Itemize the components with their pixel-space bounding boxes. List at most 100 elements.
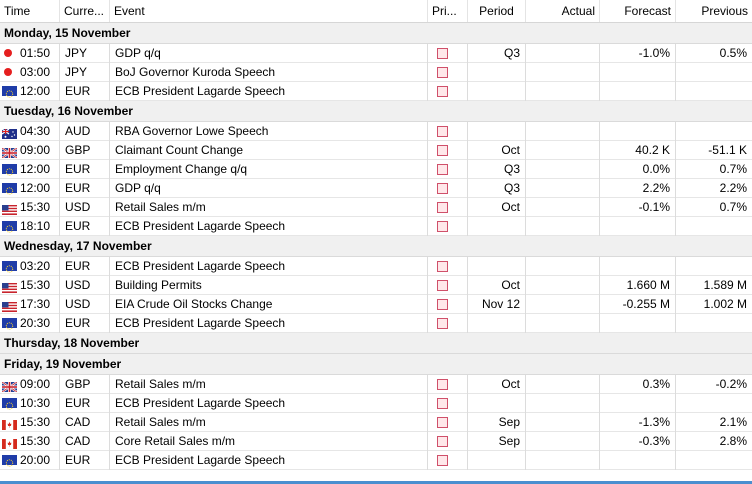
actual-cell <box>526 82 600 101</box>
priority-checkbox-icon[interactable] <box>437 202 448 213</box>
column-header-event[interactable]: Event <box>110 0 428 22</box>
column-header-forecast[interactable]: Forecast <box>600 0 676 22</box>
priority-checkbox-icon[interactable] <box>437 436 448 447</box>
event-row[interactable]: 15:30 CAD Core Retail Sales m/m Sep -0.3% 2.8… <box>0 432 752 451</box>
event-row[interactable]: 10:30 EUR ECB President Lagarde Speech <box>0 394 752 413</box>
priority-cell <box>428 44 468 63</box>
us-flag-icon <box>2 280 17 293</box>
priority-cell <box>428 314 468 333</box>
australia-flag-icon <box>1 126 17 139</box>
event-cell: GDP q/q <box>110 44 428 63</box>
event-row[interactable]: 01:50 JPY GDP q/q Q3 -1.0% 0.5% <box>0 44 752 63</box>
period-cell <box>468 257 526 276</box>
column-header-actual[interactable]: Actual <box>526 0 600 22</box>
priority-checkbox-icon[interactable] <box>437 183 448 194</box>
priority-checkbox-icon[interactable] <box>437 455 448 466</box>
priority-checkbox-icon[interactable] <box>437 379 448 390</box>
column-header-previous[interactable]: Previous <box>676 0 752 22</box>
forecast-cell: -1.0% <box>600 44 676 63</box>
time-text: 03:20 <box>20 259 51 273</box>
forecast-cell <box>600 314 676 333</box>
day-group-header[interactable]: Friday, 19 November <box>0 354 752 375</box>
canada-flag-icon <box>2 417 17 430</box>
priority-cell <box>428 179 468 198</box>
priority-checkbox-icon[interactable] <box>437 299 448 310</box>
day-group-header[interactable]: Thursday, 18 November <box>0 333 752 354</box>
event-row[interactable]: 17:30 USD EIA Crude Oil Stocks Change Nov 1… <box>0 295 752 314</box>
column-header-period[interactable]: Period <box>468 0 526 22</box>
time-cell: 15:30 <box>0 198 60 217</box>
currency-cell: EUR <box>60 394 110 413</box>
column-header-row: Time Curre... Event Pri... Period Actual… <box>0 0 752 23</box>
priority-checkbox-icon[interactable] <box>437 145 448 156</box>
event-row[interactable]: 12:00 EUR GDP q/q Q3 2.2% 2.2% <box>0 179 752 198</box>
event-row[interactable]: 12:00 EUR Employment Change q/q Q3 0.0% 0.7% <box>0 160 752 179</box>
previous-cell: -51.1 K <box>708 143 747 157</box>
event-row[interactable]: 04:30 AUD RBA Governor Lowe Speech <box>0 122 752 141</box>
time-text: 17:30 <box>20 297 51 311</box>
priority-checkbox-icon[interactable] <box>437 67 448 78</box>
priority-checkbox-icon[interactable] <box>437 280 448 291</box>
event-row[interactable]: 15:30 USD Retail Sales m/m Oct -0.1% 0.7% <box>0 198 752 217</box>
event-row[interactable]: 03:20 EUR ECB President Lagarde Speech <box>0 257 752 276</box>
time-cell: 15:30 <box>0 432 60 451</box>
time-text: 15:30 <box>20 434 51 448</box>
period-cell <box>468 122 526 141</box>
forecast-cell: 0.3% <box>600 375 676 394</box>
priority-checkbox-icon[interactable] <box>437 126 448 137</box>
time-cell: 01:50 <box>0 44 60 63</box>
actual-cell <box>526 63 600 82</box>
forecast-cell <box>600 394 676 413</box>
priority-checkbox-icon[interactable] <box>437 48 448 59</box>
actual-cell <box>526 432 600 451</box>
period-cell: Sep <box>468 432 526 451</box>
eu-flag-icon <box>2 318 17 330</box>
day-group-header[interactable]: Tuesday, 16 November <box>0 101 752 122</box>
priority-checkbox-icon[interactable] <box>437 164 448 175</box>
eu-flag-icon <box>2 164 17 176</box>
forecast-cell: 40.2 K <box>600 141 676 160</box>
period-cell: Q3 <box>468 44 526 63</box>
period-cell <box>468 217 526 236</box>
priority-checkbox-icon[interactable] <box>437 261 448 272</box>
column-header-priority[interactable]: Pri... <box>428 0 468 22</box>
period-cell <box>468 63 526 82</box>
column-header-time[interactable]: Time <box>0 0 60 22</box>
priority-checkbox-icon[interactable] <box>437 417 448 428</box>
day-group-header[interactable]: Monday, 15 November <box>0 23 752 44</box>
event-row[interactable]: 15:30 CAD Retail Sales m/m Sep -1.3% 2.1% <box>0 413 752 432</box>
previous-cell: 1.002 M <box>703 297 747 311</box>
priority-cell <box>428 122 468 141</box>
priority-checkbox-icon[interactable] <box>437 221 448 232</box>
forecast-cell <box>600 451 676 470</box>
forecast-cell: 0.0% <box>600 160 676 179</box>
priority-cell <box>428 451 468 470</box>
event-row[interactable]: 03:00 JPY BoJ Governor Kuroda Speech <box>0 63 752 82</box>
time-text: 20:30 <box>20 316 51 330</box>
period-cell <box>468 394 526 413</box>
priority-checkbox-icon[interactable] <box>437 86 448 97</box>
priority-cell <box>428 217 468 236</box>
actual-cell <box>526 451 600 470</box>
currency-cell: EUR <box>60 257 110 276</box>
forecast-cell: -0.3% <box>600 432 676 451</box>
priority-cell <box>428 198 468 217</box>
event-row[interactable]: 18:10 EUR ECB President Lagarde Speech <box>0 217 752 236</box>
event-row[interactable]: 09:00 GBP Claimant Count Change Oct 40.2 K -5… <box>0 141 752 160</box>
uk-flag-icon <box>1 145 18 159</box>
priority-checkbox-icon[interactable] <box>437 398 448 409</box>
time-text: 15:30 <box>20 200 51 214</box>
event-row[interactable]: 15:30 USD Building Permits Oct 1.660 M 1.589 … <box>0 276 752 295</box>
time-cell: 15:30 <box>0 276 60 295</box>
event-row[interactable]: 12:00 EUR ECB President Lagarde Speech <box>0 82 752 101</box>
column-header-currency[interactable]: Curre... <box>60 0 110 22</box>
event-row[interactable]: 20:00 EUR ECB President Lagarde Speech <box>0 451 752 470</box>
forecast-cell <box>600 63 676 82</box>
event-cell: Retail Sales m/m <box>110 375 428 394</box>
priority-checkbox-icon[interactable] <box>437 318 448 329</box>
day-group-header[interactable]: Wednesday, 17 November <box>0 236 752 257</box>
event-row[interactable]: 09:00 GBP Retail Sales m/m Oct 0.3% -0.2% <box>0 375 752 394</box>
japan-dot-icon <box>4 68 12 76</box>
period-cell: Oct <box>468 141 526 160</box>
event-row[interactable]: 20:30 EUR ECB President Lagarde Speech <box>0 314 752 333</box>
